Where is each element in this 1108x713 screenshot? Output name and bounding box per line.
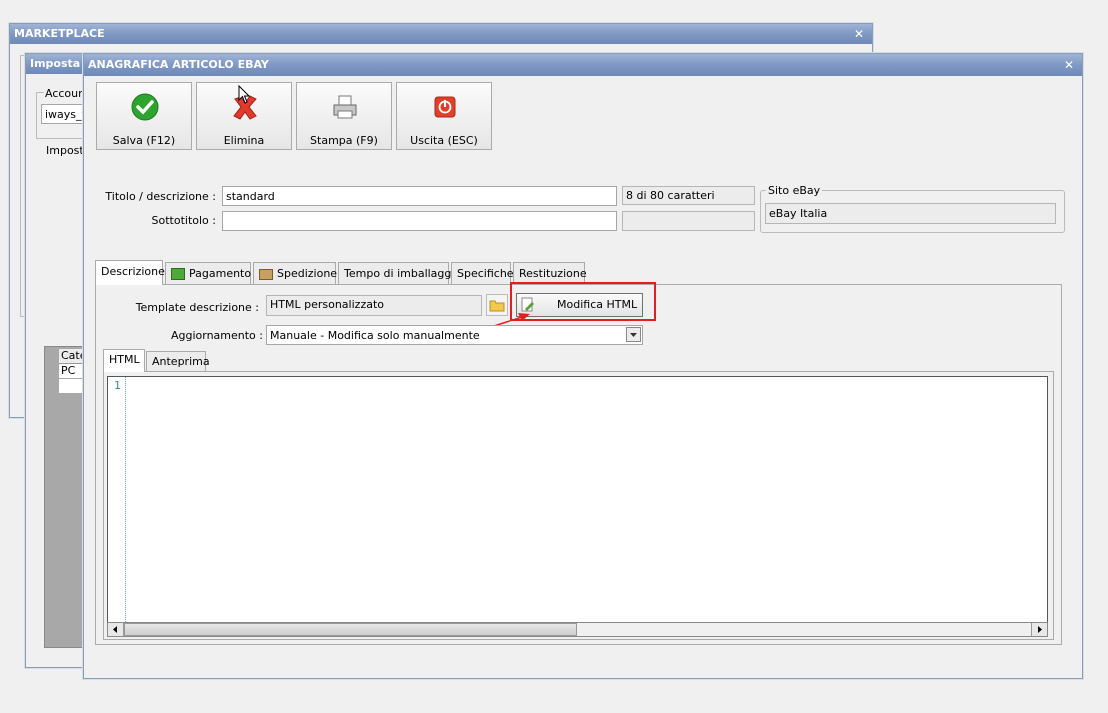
marketplace-titlebar: MARKETPLACE ✕ bbox=[10, 24, 872, 44]
tab-tempo-label: Tempo di imballaggio bbox=[344, 267, 462, 280]
tab-spedizione-label: Spedizione bbox=[277, 267, 338, 280]
template-label: Template descrizione : bbox=[135, 301, 259, 314]
settings-titlebar: Imposta bbox=[26, 54, 86, 74]
ebay-site-value: eBay Italia bbox=[765, 203, 1056, 224]
subtitle-char-counter bbox=[622, 211, 755, 231]
subtab-anteprima[interactable]: Anteprima bbox=[146, 351, 210, 371]
edit-html-label: Modifica HTML bbox=[557, 298, 638, 311]
title-char-counter: 8 di 80 caratteri bbox=[622, 186, 755, 205]
ebay-site-group-label: Sito eBay bbox=[766, 184, 823, 197]
save-button[interactable]: Salva (F12) bbox=[96, 82, 192, 150]
print-button[interactable]: Stampa (F9) bbox=[296, 82, 392, 150]
marketplace-title: MARKETPLACE bbox=[14, 27, 105, 40]
shipping-icon bbox=[259, 268, 273, 280]
subtab-html-label: HTML bbox=[109, 353, 140, 366]
scroll-right-arrow[interactable] bbox=[1031, 623, 1047, 636]
tab-restituzione[interactable]: Restituzione bbox=[513, 262, 587, 284]
subtitle-label: Sottotitolo : bbox=[151, 214, 216, 227]
tab-descrizione[interactable]: Descrizione bbox=[95, 260, 165, 285]
update-select[interactable]: Manuale - Modifica solo manualmente bbox=[266, 325, 643, 345]
close-icon[interactable]: ✕ bbox=[854, 24, 864, 44]
horizontal-scrollbar[interactable] bbox=[107, 622, 1048, 637]
settings-title: Imposta bbox=[30, 57, 81, 70]
title-label: Titolo / descrizione : bbox=[105, 190, 216, 203]
tab-tempo-imballaggio[interactable]: Tempo di imballaggio bbox=[338, 262, 461, 284]
exit-button[interactable]: Uscita (ESC) bbox=[396, 82, 492, 150]
tab-restituzione-label: Restituzione bbox=[519, 267, 587, 280]
subtitle-input[interactable] bbox=[222, 211, 617, 231]
title-input[interactable]: standard bbox=[222, 186, 617, 206]
print-label: Stampa (F9) bbox=[310, 134, 378, 147]
tab-pagamento-label: Pagamento bbox=[189, 267, 252, 280]
line-number-gutter bbox=[108, 377, 126, 622]
tab-specifiche-label: Specifiche bbox=[457, 267, 514, 280]
scroll-left-arrow[interactable] bbox=[108, 623, 124, 636]
scroll-thumb[interactable] bbox=[124, 623, 577, 636]
delete-label: Elimina bbox=[223, 134, 265, 147]
checkmark-icon bbox=[131, 93, 159, 121]
mouse-cursor-icon bbox=[238, 85, 251, 104]
subtab-html[interactable]: HTML bbox=[103, 349, 145, 372]
tab-specifiche[interactable]: Specifiche bbox=[451, 262, 514, 284]
printer-icon bbox=[333, 95, 357, 119]
power-icon bbox=[434, 96, 456, 118]
settings-window: Imposta Account iways_t Imposta Cate PC bbox=[25, 53, 101, 668]
save-label: Salva (F12) bbox=[112, 134, 176, 147]
html-editor[interactable]: 1 bbox=[107, 376, 1048, 623]
chevron-down-icon[interactable] bbox=[626, 327, 641, 342]
exit-label: Uscita (ESC) bbox=[410, 134, 478, 147]
line-number: 1 bbox=[114, 379, 121, 392]
subtab-anteprima-label: Anteprima bbox=[152, 355, 210, 368]
ebay-article-titlebar: ANAGRAFICA ARTICOLO EBAY ✕ bbox=[84, 54, 1082, 76]
update-label: Aggiornamento : bbox=[170, 329, 263, 342]
template-value: HTML personalizzato bbox=[266, 295, 482, 316]
payment-icon bbox=[171, 268, 185, 280]
tab-pagamento[interactable]: Pagamento bbox=[165, 262, 251, 284]
window-title: ANAGRAFICA ARTICOLO EBAY bbox=[88, 58, 269, 71]
tab-descrizione-label: Descrizione bbox=[101, 265, 165, 278]
tab-spedizione[interactable]: Spedizione bbox=[253, 262, 338, 284]
close-icon[interactable]: ✕ bbox=[1064, 54, 1074, 76]
